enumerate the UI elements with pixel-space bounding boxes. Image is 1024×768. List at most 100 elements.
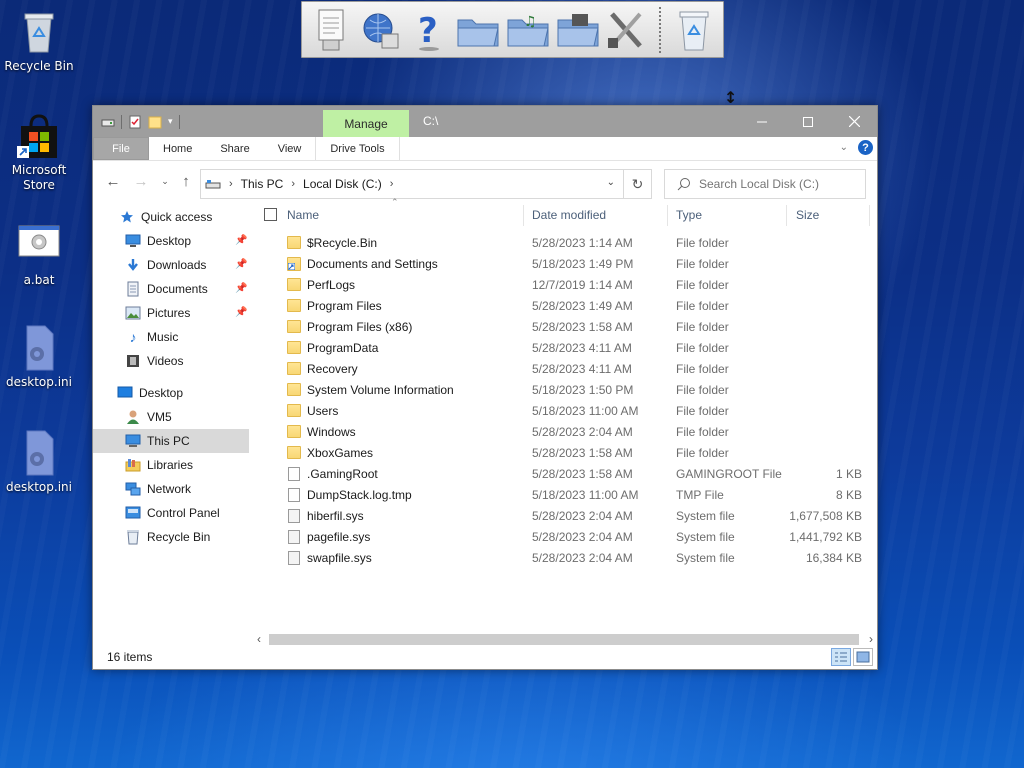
nav-item-pictures[interactable]: Pictures 📌 <box>93 301 251 325</box>
file-row[interactable]: Documents and Settings 5/18/2023 1:49 PM F… <box>253 254 877 275</box>
nav-item-label: Control Panel <box>147 506 220 520</box>
nav-item-network[interactable]: Network <box>93 477 251 501</box>
details-view-button[interactable] <box>831 648 851 666</box>
recycle-bin-icon[interactable] <box>673 6 715 54</box>
column-header-type[interactable]: Type <box>676 208 702 222</box>
recent-locations-chevron-icon[interactable]: ⌄ <box>155 176 175 187</box>
file-row[interactable]: swapfile.sys 5/28/2023 2:04 AM System file… <box>253 548 877 569</box>
pin-icon[interactable]: 📌 <box>235 307 247 318</box>
nav-item-quick-access[interactable]: Quick access <box>93 205 251 229</box>
tab-share[interactable]: Share <box>206 137 263 160</box>
search-input[interactable] <box>699 177 849 191</box>
expand-ribbon-chevron-icon[interactable]: ⌄ <box>840 142 848 153</box>
notepad-icon[interactable] <box>310 6 352 54</box>
new-folder-icon[interactable] <box>148 115 162 129</box>
scroll-left-arrow-icon[interactable]: ‹ <box>257 632 261 646</box>
nav-item-recycle-bin[interactable]: Recycle Bin <box>93 525 251 549</box>
column-divider[interactable] <box>667 205 668 226</box>
video-folder-icon[interactable] <box>556 6 600 54</box>
globe-network-icon[interactable] <box>358 6 402 54</box>
column-divider[interactable] <box>786 205 787 226</box>
column-divider[interactable] <box>523 205 524 226</box>
nav-item-documents[interactable]: Documents 📌 <box>93 277 251 301</box>
desktop-icon-desktop-ini-1[interactable]: desktop.ini <box>1 324 77 390</box>
drive-icon[interactable] <box>101 115 115 129</box>
properties-icon[interactable] <box>128 115 142 129</box>
desktop-icon-a-bat[interactable]: a.bat <box>1 222 77 288</box>
tab-file[interactable]: File <box>93 137 149 160</box>
file-row[interactable]: Recovery 5/28/2023 4:11 AM File folder <box>253 359 877 380</box>
large-icons-view-button[interactable] <box>853 648 873 666</box>
search-box[interactable] <box>664 169 866 199</box>
folder-icon <box>287 425 301 438</box>
breadcrumb-local-disk[interactable]: Local Disk (C:) <box>303 177 382 191</box>
address-dropdown-icon[interactable]: ⌄ <box>607 177 615 188</box>
address-bar[interactable]: › This PC › Local Disk (C:) › ⌄ ↻ <box>200 169 652 199</box>
music-folder-icon[interactable]: ♫ <box>506 6 550 54</box>
nav-item-desktop-root[interactable]: Desktop <box>93 381 251 405</box>
forward-arrow-icon[interactable]: → <box>131 173 151 190</box>
desktop-icon-desktop-ini-2[interactable]: desktop.ini <box>1 429 77 495</box>
file-row[interactable]: Users 5/18/2023 11:00 AM File folder <box>253 401 877 422</box>
file-row[interactable]: Program Files (x86) 5/28/2023 1:58 AM File… <box>253 317 877 338</box>
file-row[interactable]: PerfLogs 12/7/2019 1:14 AM File folder <box>253 275 877 296</box>
file-type: TMP File <box>676 488 724 502</box>
file-date-modified: 12/7/2019 1:14 AM <box>532 278 633 292</box>
select-all-checkbox[interactable] <box>264 208 277 221</box>
tab-home[interactable]: Home <box>149 137 206 160</box>
refresh-button[interactable]: ↻ <box>623 170 651 198</box>
file-row[interactable]: pagefile.sys 5/28/2023 2:04 AM System file… <box>253 527 877 548</box>
breadcrumb-chevron-icon[interactable]: › <box>291 178 295 190</box>
file-type: File folder <box>676 362 729 376</box>
tab-view[interactable]: View <box>264 137 316 160</box>
scroll-right-arrow-icon[interactable]: › <box>869 632 873 646</box>
help-icon[interactable]: ? <box>858 140 873 155</box>
folder-icon <box>287 278 301 291</box>
column-header-name[interactable]: Name <box>287 208 319 222</box>
file-row[interactable]: System Volume Information 5/18/2023 1:50 … <box>253 380 877 401</box>
breadcrumb-chevron-icon[interactable]: › <box>390 178 394 190</box>
file-row[interactable]: DumpStack.log.tmp 5/18/2023 11:00 AM TMP F… <box>253 485 877 506</box>
column-header-date-modified[interactable]: Date modified <box>532 208 606 222</box>
nav-item-control-panel[interactable]: Control Panel <box>93 501 251 525</box>
nav-item-desktop[interactable]: Desktop 📌 <box>93 229 251 253</box>
file-row[interactable]: XboxGames 5/28/2023 1:58 AM File folder <box>253 443 877 464</box>
pin-icon[interactable]: 📌 <box>235 235 247 246</box>
scrollbar-thumb[interactable] <box>269 634 859 645</box>
desktop-icon-recycle-bin[interactable]: Recycle Bin <box>1 8 77 74</box>
desktop-icon-microsoft-store[interactable]: Microsoft Store <box>1 112 77 193</box>
file-row[interactable]: hiberfil.sys 5/28/2023 2:04 AM System file… <box>253 506 877 527</box>
column-header-size[interactable]: Size <box>796 208 819 222</box>
up-arrow-icon[interactable]: ↑ <box>176 173 196 190</box>
file-row[interactable]: ProgramData 5/28/2023 4:11 AM File folder <box>253 338 877 359</box>
nav-item-videos[interactable]: Videos <box>93 349 251 373</box>
nav-item-libraries[interactable]: Libraries <box>93 453 251 477</box>
nav-item-vm5[interactable]: VM5 <box>93 405 251 429</box>
pin-icon[interactable]: 📌 <box>235 259 247 270</box>
pin-icon[interactable]: 📌 <box>235 283 247 294</box>
file-row[interactable]: .GamingRoot 5/28/2023 1:58 AM GAMINGROOT F… <box>253 464 877 485</box>
nav-item-downloads[interactable]: Downloads 📌 <box>93 253 251 277</box>
folder-icon[interactable] <box>456 6 500 54</box>
maximize-button[interactable] <box>785 106 831 137</box>
breadcrumb-this-pc[interactable]: This PC <box>241 177 284 191</box>
file-row[interactable]: Program Files 5/28/2023 1:49 AM File folde… <box>253 296 877 317</box>
file-date-modified: 5/28/2023 1:14 AM <box>532 236 633 250</box>
tab-drive-tools[interactable]: Drive Tools <box>315 137 400 160</box>
help-question-icon[interactable]: ? <box>408 6 450 54</box>
recycle-bin-icon <box>15 8 63 56</box>
back-arrow-icon[interactable]: ← <box>103 173 123 190</box>
file-date-modified: 5/18/2023 11:00 AM <box>532 488 639 502</box>
nav-item-this-pc[interactable]: This PC <box>93 429 249 453</box>
tab-manage[interactable]: Manage <box>323 110 409 137</box>
title-bar[interactable]: ▾ Manage C:\ <box>93 106 877 137</box>
customize-toolbar-chevron-icon[interactable]: ▾ <box>168 116 173 127</box>
file-icon <box>288 488 300 502</box>
file-row[interactable]: $Recycle.Bin 5/28/2023 1:14 AM File folder <box>253 233 877 254</box>
nav-item-music[interactable]: ♪ Music <box>93 325 251 349</box>
file-row[interactable]: Windows 5/28/2023 2:04 AM File folder <box>253 422 877 443</box>
close-button[interactable] <box>831 106 877 137</box>
tools-icon[interactable] <box>606 6 648 54</box>
minimize-button[interactable] <box>739 106 785 137</box>
column-divider[interactable] <box>869 205 870 226</box>
